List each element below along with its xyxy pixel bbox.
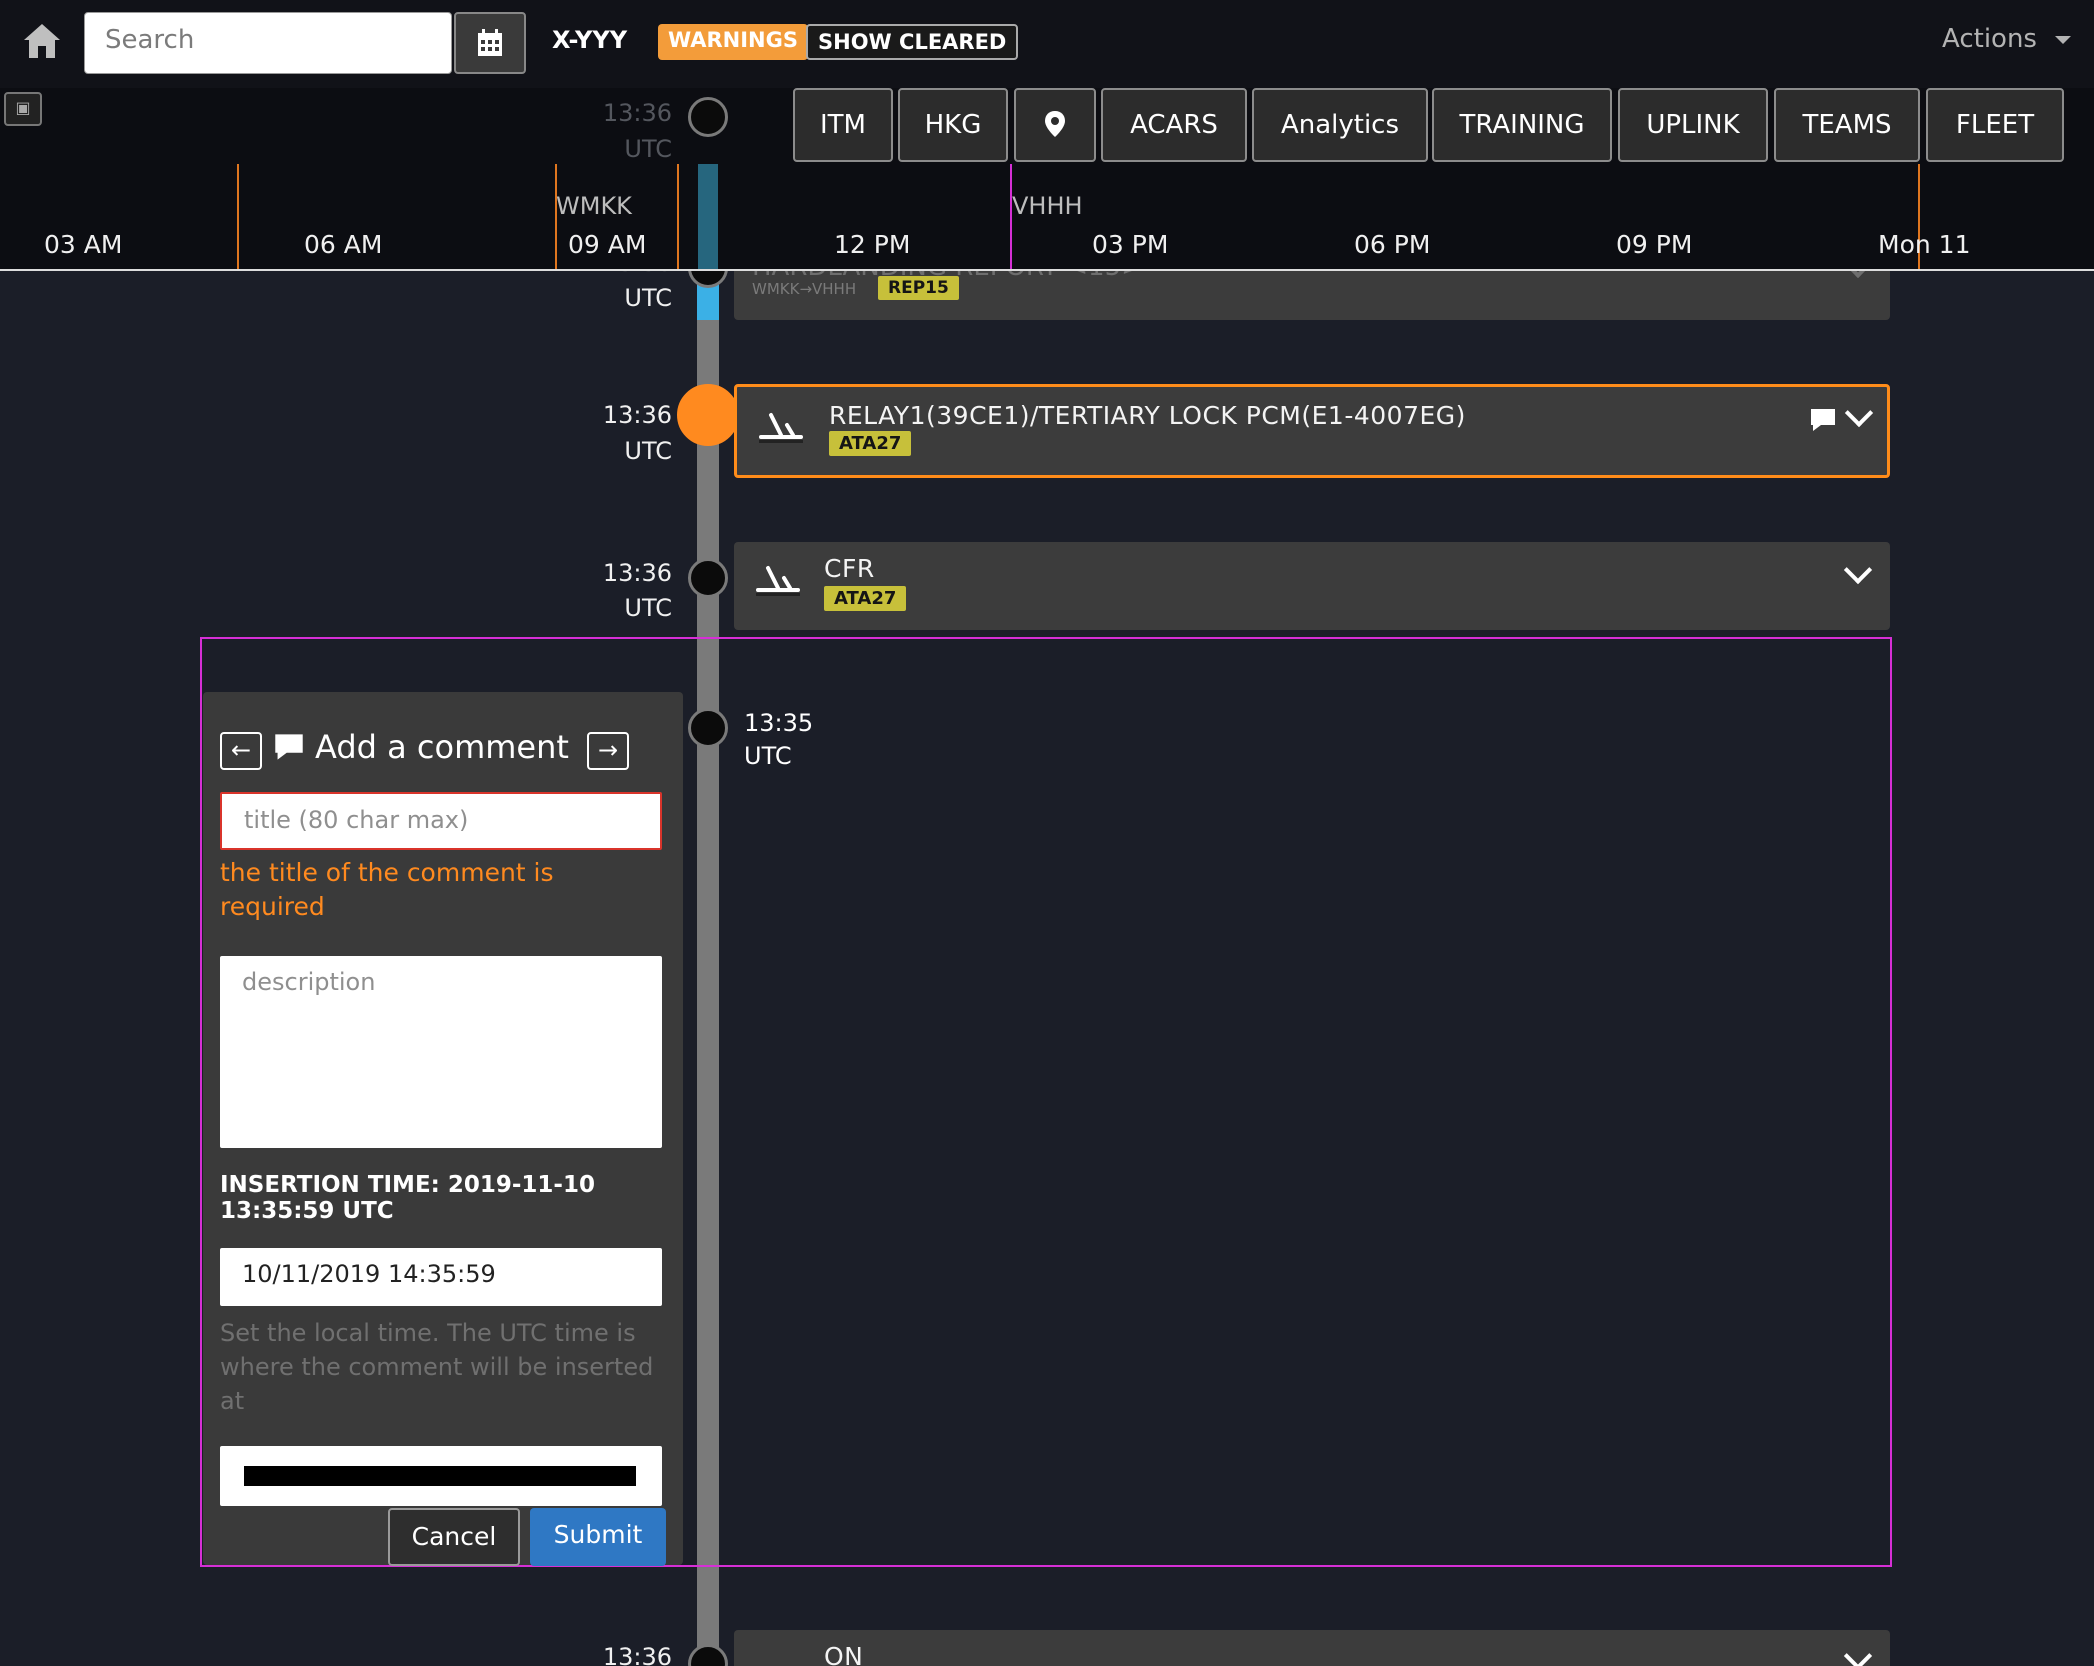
axis-line	[0, 269, 2094, 271]
add-comment-panel: ← Add a comment → title (80 char max) th…	[203, 692, 683, 1566]
local-time-input[interactable]: 10/11/2019 14:35:59	[220, 1248, 662, 1306]
event-route: WMKK→VHHH	[752, 280, 857, 298]
insert-zone: UTC	[744, 742, 792, 770]
airport-label: WMKK	[556, 192, 632, 220]
event-card-on[interactable]: ON	[734, 1630, 1890, 1666]
nav-hkg[interactable]: HKG	[898, 88, 1008, 162]
calendar-button[interactable]	[454, 12, 526, 74]
submit-button[interactable]: Submit	[530, 1508, 666, 1566]
nav-teams[interactable]: TEAMS	[1774, 88, 1920, 162]
event-badge: ATA27	[824, 586, 907, 611]
arrow-left-icon[interactable]: ←	[220, 732, 262, 770]
axis-tick: 09 AM	[568, 230, 647, 259]
axis-spine-segment	[698, 164, 718, 270]
insert-time: 13:35	[744, 709, 814, 737]
nav-map-button[interactable]	[1014, 88, 1096, 162]
arrow-right-icon[interactable]: →	[587, 732, 629, 770]
map-pin-icon	[1045, 111, 1065, 137]
event-title: RELAY1(39CE1)/TERTIARY LOCK PCM(E1-4007E…	[829, 401, 1466, 430]
event-card-cfr[interactable]: CFR ATA27	[734, 542, 1890, 630]
event-time: 13:36	[602, 559, 672, 587]
plane-landing-icon	[759, 413, 803, 443]
show-cleared-toggle[interactable]: SHOW CLEARED	[806, 24, 1019, 60]
axis-tick: 03 AM	[44, 230, 123, 259]
actions-label: Actions	[1942, 24, 2037, 54]
actions-menu[interactable]: Actions	[1942, 24, 2072, 54]
warnings-toggle[interactable]: WARNINGS	[658, 24, 808, 60]
airport-label: VHHH	[1012, 192, 1083, 220]
redaction-bar	[244, 1466, 636, 1486]
title-error: the title of the comment is required	[220, 858, 554, 921]
timeline-dot-selected[interactable]	[677, 384, 739, 446]
event-zone: UTC	[624, 135, 672, 163]
comment-icon	[275, 734, 303, 760]
event-card-selected[interactable]: RELAY1(39CE1)/TERTIARY LOCK PCM(E1-4007E…	[734, 384, 1890, 478]
search-input[interactable]: Search	[84, 12, 452, 74]
axis-tick: 06 PM	[1354, 230, 1431, 259]
home-icon[interactable]	[22, 22, 62, 60]
chevron-down-icon[interactable]	[1843, 1641, 1873, 1666]
event-time: 13:36	[602, 1643, 672, 1666]
calendar-icon	[478, 29, 502, 56]
event-time: 13:36	[602, 401, 672, 429]
nav-acars[interactable]: ACARS	[1101, 88, 1247, 162]
event-zone: UTC	[624, 284, 672, 312]
local-time-help: Set the local time. The UTC time is wher…	[220, 1319, 654, 1415]
caret-down-icon	[2055, 35, 2072, 44]
nav-uplink[interactable]: UPLINK	[1618, 88, 1768, 162]
nav-fleet[interactable]: FLEET	[1926, 88, 2064, 162]
event-time: 13:36	[602, 99, 672, 127]
aircraft-id: X-YYY	[552, 26, 628, 54]
collapse-icon[interactable]: ▣	[4, 92, 42, 126]
axis-tick: 12 PM	[834, 230, 911, 259]
axis-tick: 09 PM	[1616, 230, 1693, 259]
chevron-down-icon[interactable]	[1844, 398, 1874, 428]
event-badge: ATA27	[829, 431, 912, 456]
event-title: ON	[824, 1642, 864, 1666]
timeline-dot[interactable]	[688, 1644, 728, 1666]
chevron-down-icon[interactable]	[1843, 555, 1873, 585]
title-input[interactable]: title (80 char max)	[220, 792, 662, 850]
timeline-dot[interactable]	[688, 558, 728, 598]
event-zone: UTC	[624, 437, 672, 465]
redacted-field[interactable]	[220, 1446, 662, 1506]
cancel-button[interactable]: Cancel	[388, 1508, 520, 1566]
timeline-dot-insert[interactable]	[688, 708, 728, 748]
axis-tick: 06 AM	[304, 230, 383, 259]
description-input[interactable]: description	[220, 956, 662, 1148]
axis-tick: 03 PM	[1092, 230, 1169, 259]
plane-landing-icon	[756, 566, 800, 596]
nav-itm[interactable]: ITM	[793, 88, 893, 162]
timeline-dot[interactable]	[688, 97, 728, 137]
event-title: CFR	[824, 554, 875, 583]
axis-tick: Mon 11	[1878, 230, 1971, 259]
panel-heading: Add a comment	[315, 728, 569, 766]
nav-analytics[interactable]: Analytics	[1252, 88, 1428, 162]
event-badge: REP15	[878, 276, 959, 300]
comment-icon[interactable]	[1809, 407, 1837, 433]
insertion-time-label: INSERTION TIME: 2019-11-10 13:35:59 UTC	[220, 1172, 595, 1224]
nav-training[interactable]: TRAINING	[1432, 88, 1612, 162]
event-zone: UTC	[624, 594, 672, 622]
